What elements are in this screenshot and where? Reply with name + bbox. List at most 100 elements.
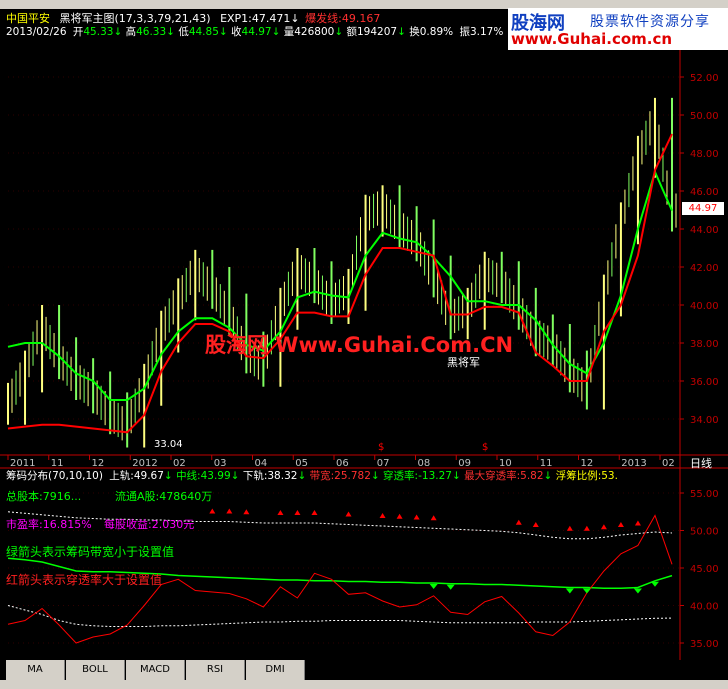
date-tick-label: 08 — [417, 458, 431, 469]
red-arrow-icon — [345, 511, 352, 517]
date-tick-label: 07 — [376, 458, 390, 469]
tab-rsi[interactable]: RSI — [186, 660, 245, 680]
red-arrow-icon — [532, 522, 539, 527]
amount-value: 194207 — [357, 26, 398, 38]
low-annotation: 33.04 — [154, 439, 183, 450]
date-tick-label: 03 — [213, 458, 227, 469]
close-label: 收 — [231, 26, 242, 38]
price-panel: 34.00 36.00 38.00 40.00 42.00 44.00 46.00 48.00… — [7, 73, 719, 460]
tab-macd[interactable]: MACD — [126, 660, 185, 680]
red-arrow-icon — [379, 513, 386, 518]
amplitude-label: 振 — [459, 26, 470, 38]
green-arrow-icon — [650, 581, 659, 587]
chip-params: (70,10,10) — [48, 470, 103, 482]
width-label: 带宽: — [309, 470, 335, 482]
date-tick-label: 05 — [295, 458, 308, 469]
lower-band-line — [7, 605, 673, 627]
date-tick-label: 2012 — [132, 458, 158, 469]
chip-ytick-label: 40.00 — [690, 602, 719, 613]
date-tick-label: 04 — [254, 458, 268, 469]
green-arrow-icon — [429, 584, 438, 589]
open-label: 开 — [72, 26, 84, 38]
burst-value: 49.167 — [341, 12, 381, 25]
float-value: 53. — [601, 470, 618, 482]
low-label: 低 — [178, 26, 189, 38]
upper-value: 49.67 — [133, 470, 164, 482]
red-arrow-icon — [600, 524, 607, 530]
chip-ytick-label: 45.00 — [690, 564, 719, 575]
down-arrow-icon: ↓ — [290, 12, 300, 25]
stock-name: 中国平安 — [6, 12, 50, 25]
tab-ma[interactable]: MA — [6, 660, 65, 680]
maxpen-value: 5.82 — [520, 470, 544, 482]
tab-boll[interactable]: BOLL — [66, 660, 125, 680]
green-arrow-icon — [582, 588, 591, 594]
date-tick-label: 12 — [580, 458, 594, 469]
exp1-label: EXP1: — [220, 12, 252, 25]
width-value: 25.782 — [334, 470, 371, 482]
period-label[interactable]: 日线 — [690, 457, 712, 470]
volume-label: 量 — [283, 26, 295, 38]
amount-label: 额 — [346, 26, 358, 38]
red-arrow-icon — [226, 508, 233, 514]
red-arrow-icon — [277, 510, 284, 515]
indicator-name: 黑将军主图 — [59, 12, 115, 25]
red-arrow-icon — [634, 520, 641, 526]
mid-label: 中线: — [176, 470, 201, 482]
watermark-sub: 黑将军 — [447, 356, 480, 369]
date-tick-label: 10 — [499, 458, 512, 469]
chip-ytick-label: 35.00 — [690, 639, 719, 650]
marker-dollar-1: $ — [378, 442, 385, 453]
logo-slogan: 股票软件资源分享 — [590, 14, 710, 30]
high-label: 高 — [125, 26, 137, 38]
red-arrow-icon — [311, 510, 318, 515]
price-ytick-label: 38.00 — [690, 339, 719, 350]
watermark: 股海网 Www.Guhai.Com.CN — [205, 333, 514, 357]
date-tick-label: 12 — [91, 458, 105, 469]
green-arrow-icon — [633, 588, 642, 594]
date-tick-label: 2013 — [621, 458, 647, 469]
open-value: 45.33 — [83, 26, 114, 38]
red-legend: 红箭头表示穿透率大于设置值 — [6, 573, 163, 587]
status-bar — [0, 680, 728, 689]
date-tick-label: 02 — [173, 458, 186, 469]
upper-label: 上轨: — [109, 470, 134, 482]
red-arrow-icon — [515, 519, 522, 525]
red-arrow-icon — [294, 510, 301, 515]
float-shares: 流通A股:478640万 — [115, 490, 213, 503]
logo-url: www.Guhai.com.cn — [511, 30, 673, 48]
chip-ytick-label: 55.00 — [690, 489, 719, 500]
price-ytick-label: 40.00 — [690, 301, 719, 312]
pen-value: -13.27 — [418, 470, 452, 482]
red-line — [7, 133, 673, 434]
high-value: 46.33 — [136, 26, 167, 38]
date-tick-label: 11 — [539, 458, 553, 469]
red-arrow-icon — [396, 513, 403, 519]
chip-name: 筹码分布 — [6, 470, 48, 482]
pen-label: 穿透率: — [383, 470, 419, 482]
chip-ytick-label: 50.00 — [690, 527, 719, 538]
red-arrow-icon — [209, 508, 216, 514]
price-ytick-label: 52.00 — [690, 73, 719, 84]
price-ytick-label: 44.00 — [690, 225, 719, 236]
green-arrow-icon — [446, 584, 455, 590]
pe-ratio: 市盈率:16.815% — [6, 518, 92, 531]
last-price-tag: 44.97 — [682, 202, 724, 215]
date-tick-label: 02 — [662, 458, 675, 469]
maxpen-label: 最大穿透率: — [464, 470, 521, 482]
total-shares: 总股本:7916... — [6, 490, 82, 503]
red-arrow-icon — [583, 525, 590, 531]
burst-label: 爆发线: — [305, 12, 342, 25]
logo: 股海网 股票软件资源分享 www.Guhai.com.cn — [508, 8, 728, 50]
date-tick-label: 2011 — [10, 458, 36, 469]
amplitude-value: 3.17% — [469, 26, 504, 38]
exp1-value: 47.471 — [251, 12, 291, 25]
eps: 每股收益:2.030元 — [104, 518, 195, 531]
tab-dmi[interactable]: DMI — [246, 660, 305, 680]
indicator-params: (17,3,3,79,21,43) — [114, 12, 211, 25]
lower-value: 38.32 — [267, 470, 298, 482]
date-tick-label: 11 — [50, 458, 64, 469]
date-tick-label: 09 — [458, 458, 471, 469]
red-arrow-icon — [566, 525, 573, 531]
red-arrow-icon — [243, 509, 250, 515]
